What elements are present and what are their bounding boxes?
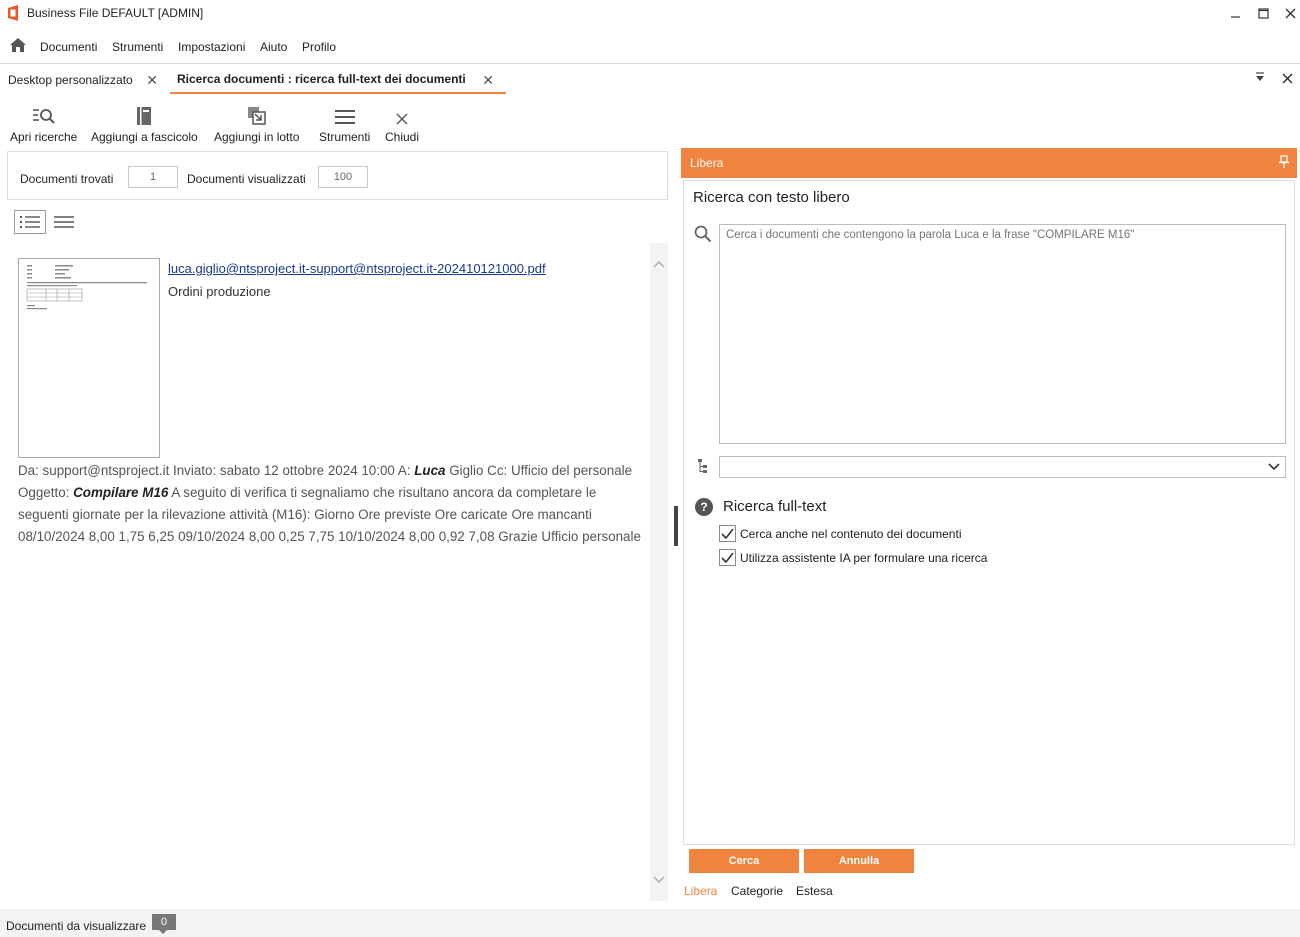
folder-book-icon bbox=[135, 100, 153, 126]
tab-desktop-personalizzato[interactable]: Desktop personalizzato ✕ bbox=[0, 66, 170, 94]
search-button[interactable]: Cerca bbox=[689, 849, 799, 873]
document-category: Ordini produzione bbox=[168, 284, 271, 299]
fulltext-title: Ricerca full-text bbox=[723, 498, 827, 515]
menu-profilo[interactable]: Profilo bbox=[302, 40, 336, 54]
snippet-highlight: Compilare M16 bbox=[73, 485, 169, 500]
tree-icon bbox=[697, 458, 709, 474]
tab-ricerca-documenti[interactable]: Ricerca documenti : ricerca full-text de… bbox=[170, 66, 506, 94]
tabs-divider bbox=[0, 63, 1300, 64]
search-icon bbox=[694, 225, 712, 243]
tab-label: Desktop personalizzato bbox=[8, 73, 133, 87]
menu-aiuto[interactable]: Aiuto bbox=[260, 40, 287, 54]
ai-assistant-option[interactable]: Utilizza assistente IA per formulare una… bbox=[719, 549, 987, 566]
free-search-title: Ricerca con testo libero bbox=[693, 189, 850, 206]
status-label: Documenti da visualizzare bbox=[6, 919, 147, 933]
add-to-folder-button[interactable]: Aggiungi a fascicolo bbox=[91, 100, 198, 144]
tab-list-dropdown-icon[interactable] bbox=[1255, 72, 1265, 82]
home-icon[interactable] bbox=[9, 37, 27, 53]
menu-strumenti[interactable]: Strumenti bbox=[112, 40, 163, 54]
tools-button[interactable]: Strumenti bbox=[319, 100, 370, 144]
app-logo-icon bbox=[6, 5, 20, 21]
tab-label: Ricerca documenti : ricerca full-text de… bbox=[177, 72, 466, 86]
menu-impostazioni[interactable]: Impostazioni bbox=[178, 40, 245, 54]
search-panel-title: Libera bbox=[690, 156, 724, 170]
close-label: Chiudi bbox=[385, 130, 420, 144]
add-to-batch-label: Aggiungi in lotto bbox=[214, 130, 300, 144]
open-searches-button[interactable]: Apri ricerche bbox=[10, 100, 77, 144]
view-list-button[interactable] bbox=[14, 210, 46, 234]
view-compact-button[interactable] bbox=[50, 210, 78, 234]
status-count-badge: 0 bbox=[152, 914, 176, 930]
search-list-icon bbox=[31, 100, 57, 126]
document-snippet: Da: support@ntsproject.it Inviato: sabat… bbox=[18, 460, 643, 548]
search-content-option[interactable]: Cerca anche nel contenuto dei documenti bbox=[719, 525, 961, 542]
cancel-button[interactable]: Annulla bbox=[804, 849, 914, 873]
search-content-checkbox[interactable] bbox=[719, 525, 736, 542]
results-scrollbar[interactable] bbox=[650, 243, 668, 901]
ai-assistant-checkbox[interactable] bbox=[719, 549, 736, 566]
menu-documenti[interactable]: Documenti bbox=[40, 40, 97, 54]
search-panel-header: Libera bbox=[681, 148, 1297, 178]
close-icon[interactable]: ✕ bbox=[482, 72, 494, 89]
tools-label: Strumenti bbox=[319, 130, 371, 144]
category-select[interactable] bbox=[719, 456, 1286, 478]
help-icon[interactable]: ? bbox=[695, 498, 713, 516]
panel-splitter[interactable] bbox=[674, 506, 678, 546]
documents-shown-label: Documenti visualizzati bbox=[187, 172, 306, 186]
hamburger-icon bbox=[334, 100, 356, 126]
close-window-icon[interactable] bbox=[1280, 3, 1300, 23]
snippet-text: Da: support@ntsproject.it Inviato: sabat… bbox=[18, 463, 415, 478]
pin-icon[interactable] bbox=[1279, 155, 1289, 169]
chevron-down-icon[interactable] bbox=[1268, 462, 1280, 472]
compact-view-icon bbox=[54, 216, 74, 228]
search-content-label: Cerca anche nel contenuto dei documenti bbox=[740, 526, 962, 541]
minimize-icon[interactable] bbox=[1225, 3, 1245, 23]
documents-found-field: 1 bbox=[128, 166, 178, 188]
add-to-folder-label: Aggiungi a fascicolo bbox=[91, 130, 198, 144]
close-icon[interactable]: ✕ bbox=[146, 72, 158, 89]
close-tab-icon[interactable] bbox=[1282, 73, 1293, 84]
window-title: Business File DEFAULT [ADMIN] bbox=[27, 6, 204, 20]
tab-libera[interactable]: Libera bbox=[684, 884, 717, 898]
document-thumbnail[interactable] bbox=[18, 258, 160, 458]
tab-estesa[interactable]: Estesa bbox=[796, 884, 833, 898]
list-view-icon bbox=[20, 216, 40, 228]
add-to-batch-button[interactable]: Aggiungi in lotto bbox=[214, 100, 299, 144]
free-text-search-input[interactable] bbox=[719, 224, 1286, 444]
batch-icon bbox=[247, 100, 267, 126]
status-badge-tail bbox=[158, 929, 168, 934]
close-icon bbox=[395, 100, 409, 126]
documents-shown-field[interactable]: 100 bbox=[318, 166, 368, 188]
status-bar bbox=[0, 909, 1300, 937]
maximize-icon[interactable] bbox=[1253, 3, 1273, 23]
close-button[interactable]: Chiudi bbox=[385, 100, 419, 144]
document-link[interactable]: luca.giglio@ntsproject.it-support@ntspro… bbox=[168, 261, 546, 276]
open-searches-label: Apri ricerche bbox=[10, 130, 78, 144]
tab-categorie[interactable]: Categorie bbox=[731, 884, 783, 898]
snippet-highlight: Luca bbox=[414, 463, 446, 478]
documents-found-label: Documenti trovati bbox=[20, 172, 114, 186]
ai-assistant-label: Utilizza assistente IA per formulare una… bbox=[740, 550, 988, 565]
